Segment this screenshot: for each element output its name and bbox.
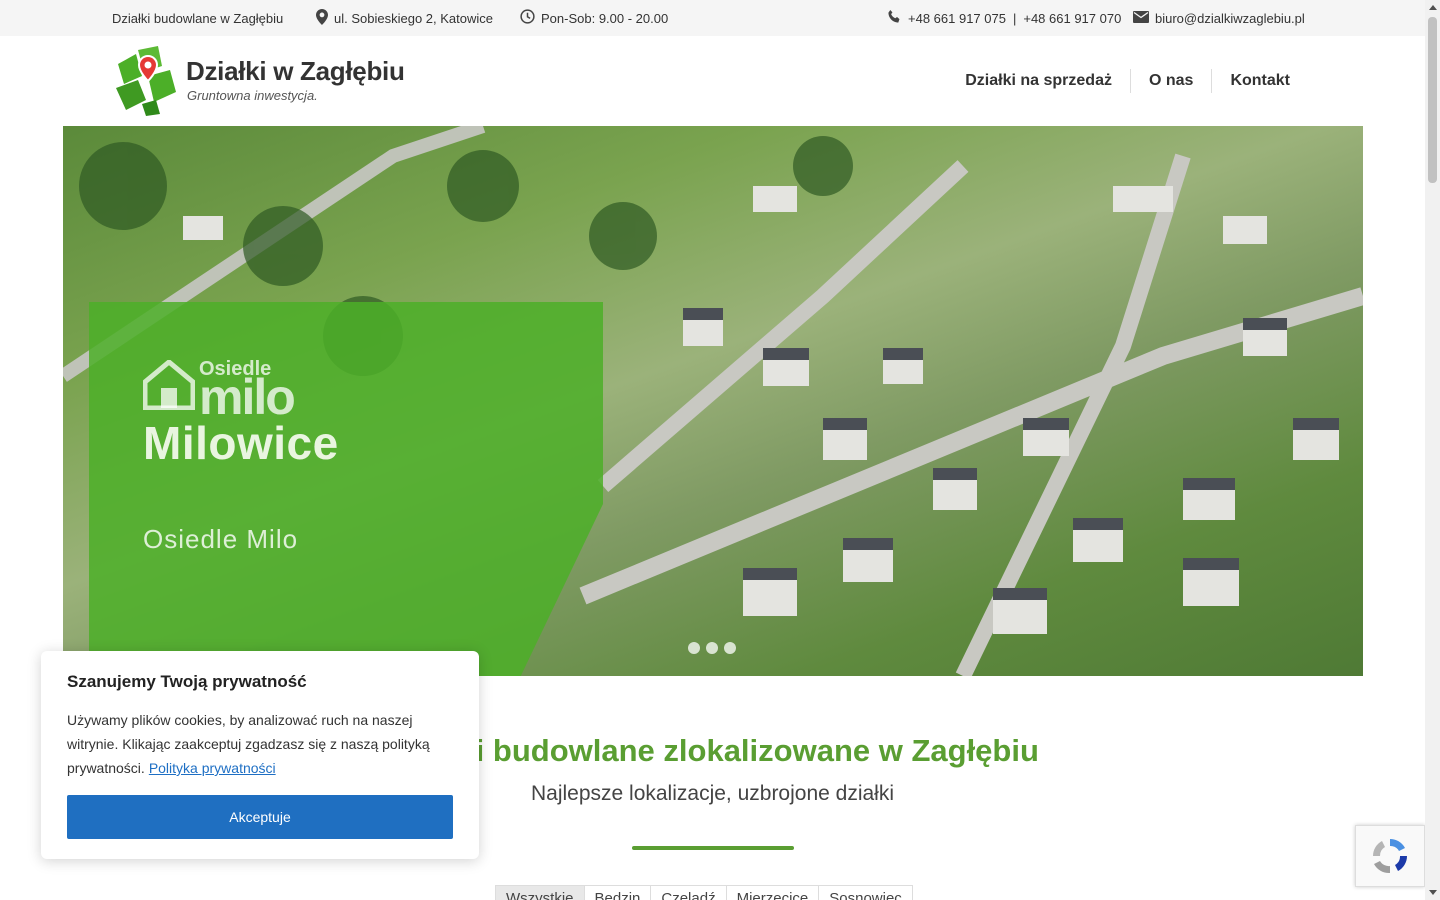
hero-slider[interactable]: Osiedle milo Milowice Osiedle Milo bbox=[63, 126, 1363, 676]
email: biuro@dzialkiwzaglebiu.pl bbox=[1133, 0, 1305, 36]
tagline: Działki budowlane w Zagłębiu bbox=[112, 0, 283, 36]
address: ul. Sobieskiego 2, Katowice bbox=[316, 0, 493, 36]
recaptcha-icon bbox=[1373, 839, 1407, 874]
address-text: ul. Sobieskiego 2, Katowice bbox=[334, 10, 493, 26]
nav-item-plots-for-sale[interactable]: Działki na sprzedaż bbox=[947, 69, 1130, 93]
hero-title: Milowice bbox=[143, 417, 339, 469]
map-pin-icon bbox=[316, 8, 328, 28]
house-icon bbox=[143, 360, 195, 410]
accept-cookies-button[interactable]: Akceptuje bbox=[67, 795, 453, 839]
logo-subtitle: Gruntowna inwestycja. bbox=[187, 88, 318, 103]
page-scrollbar[interactable] bbox=[1425, 0, 1440, 900]
scroll-up-arrow-icon[interactable] bbox=[1425, 0, 1440, 15]
phones: +48 661 917 075 | +48 661 917 070 bbox=[887, 0, 1121, 36]
filter-mierzecice[interactable]: Mierzęcice bbox=[725, 886, 819, 900]
email-link[interactable]: biuro@dzialkiwzaglebiu.pl bbox=[1155, 11, 1305, 26]
logo-title: Działki w Zagłębiu bbox=[186, 56, 405, 86]
site-logo[interactable]: Działki w Zagłębiu Gruntowna inwestycja. bbox=[112, 44, 422, 116]
filter-all[interactable]: Wszystkie bbox=[496, 886, 584, 900]
phone-2-link[interactable]: +48 661 917 070 bbox=[1023, 11, 1121, 26]
cookie-title: Szanujemy Twoją prywatność bbox=[67, 672, 307, 691]
slider-dot[interactable] bbox=[706, 642, 718, 654]
scroll-down-arrow-icon[interactable] bbox=[1425, 885, 1440, 900]
envelope-icon bbox=[1133, 10, 1149, 26]
recaptcha-badge[interactable] bbox=[1355, 825, 1425, 887]
hero-subtitle: Osiedle Milo bbox=[143, 524, 299, 550]
tagline-text: Działki budowlane w Zagłębiu bbox=[112, 10, 284, 26]
clock-icon bbox=[520, 9, 535, 27]
nav-item-contact[interactable]: Kontakt bbox=[1211, 69, 1308, 93]
cookie-text: Używamy plików cookies, by analizować ru… bbox=[67, 708, 457, 780]
hours-text: Pon-Sob: 9.00 - 20.00 bbox=[541, 10, 669, 26]
hero-caption-panel bbox=[89, 302, 603, 676]
title-underline bbox=[632, 846, 794, 850]
location-filters: Wszystkie Będzin Czeladź Mierzęcice Sosn… bbox=[495, 885, 913, 900]
filter-czeladz[interactable]: Czeladź bbox=[650, 886, 726, 900]
filter-sosnowiec[interactable]: Sosnowiec bbox=[818, 886, 912, 900]
slider-dots bbox=[688, 642, 736, 654]
cookie-consent-dialog: Szanujemy Twoją prywatność Używamy plikó… bbox=[41, 651, 479, 859]
main-nav: Działki na sprzedaż O nas Kontakt bbox=[947, 69, 1308, 93]
filter-bedzin[interactable]: Będzin bbox=[583, 886, 651, 900]
top-bar: Działki budowlane w Zagłębiu ul. Sobiesk… bbox=[0, 0, 1425, 36]
nav-item-about[interactable]: O nas bbox=[1129, 69, 1211, 93]
slider-dot[interactable] bbox=[688, 642, 700, 654]
logo-mark-icon bbox=[116, 46, 176, 116]
site-header: Działki w Zagłębiu Gruntowna inwestycja.… bbox=[0, 36, 1425, 126]
phone-icon bbox=[887, 9, 902, 27]
phone-separator: | bbox=[1012, 10, 1017, 26]
slider-dot[interactable] bbox=[724, 642, 736, 654]
phone-1-link[interactable]: +48 661 917 075 bbox=[908, 11, 1006, 26]
privacy-policy-link[interactable]: Polityka prywatności bbox=[149, 760, 276, 776]
scrollbar-thumb[interactable] bbox=[1428, 17, 1437, 183]
opening-hours: Pon-Sob: 9.00 - 20.00 bbox=[520, 0, 668, 36]
